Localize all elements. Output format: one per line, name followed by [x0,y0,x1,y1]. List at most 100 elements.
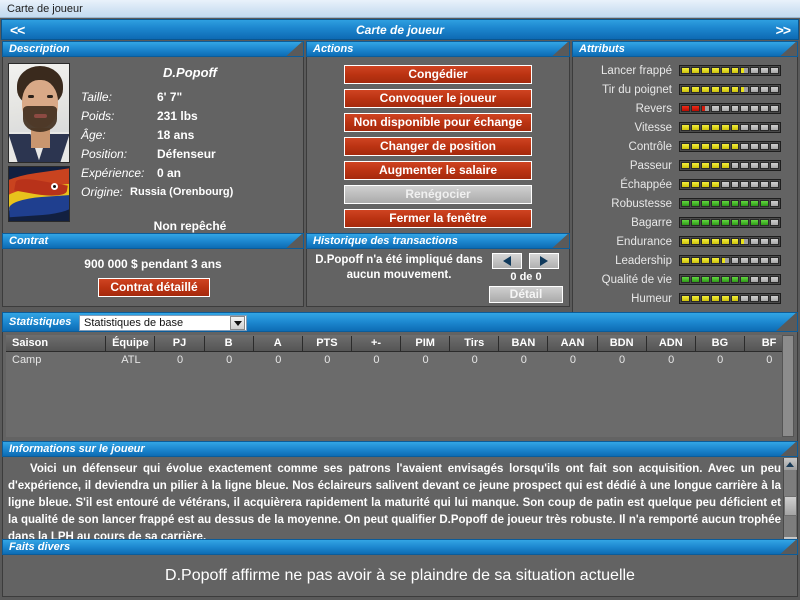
attribute-segment [700,200,710,207]
stats-column-header[interactable]: BG [696,335,745,351]
stats-column-header[interactable]: PTS [303,335,352,351]
statistiques-header-label: Statistiques [9,316,72,328]
attribute-segment [740,162,750,169]
attribute-segment [740,276,750,283]
stats-scrollbar[interactable] [782,335,794,437]
origine-value: Russia (Orenbourg) [130,185,234,198]
player-card-window: Carte de joueur << Carte de joueur >> De… [0,0,800,600]
attribute-segment [730,162,740,169]
stats-column-header[interactable]: Équipe [106,335,156,351]
augmenter-salaire-button[interactable]: Augmenter le salaire [344,161,532,180]
attribute-segment [690,86,700,93]
attribute-segment [760,257,770,264]
attribute-segment [690,181,700,188]
attribute-segment [690,257,700,264]
triangle-right-icon [540,256,548,266]
attribute-bar [679,293,781,304]
next-transaction-button[interactable] [529,253,559,269]
attribute-segment [740,200,750,207]
attribute-label: Revers [635,102,672,115]
attribute-bar [679,179,781,190]
attribute-segment [710,67,720,74]
attribute-segment [681,200,690,207]
transaction-message: D.Popoff n'a été impliqué dans aucun mou… [315,254,483,281]
convoquer-joueur-button[interactable]: Convoquer le joueur [344,89,532,108]
actions-header: Actions [306,41,570,57]
attribute-label: Qualité de vie [601,273,672,286]
congedier-button[interactable]: Congédier [344,65,532,84]
stats-column-header[interactable]: ADN [647,335,696,351]
stats-column-header[interactable]: A [254,335,303,351]
contrat-detaille-button[interactable]: Contrat détaillé [98,278,210,297]
changer-position-button[interactable]: Changer de position [344,137,532,156]
age-value: 18 ans [157,127,195,142]
attribute-label: Échappée [620,178,672,191]
attribute-segment [750,238,760,245]
attribute-segment [710,295,720,302]
statistiques-panel: Statistiques Statistiques de base Saison… [2,312,798,442]
table-cell: 0 [717,353,724,366]
stats-column-header[interactable]: PJ [155,335,205,351]
attribute-segment [770,105,780,112]
attribute-bar [679,274,781,285]
scroll-up-icon[interactable] [783,458,797,470]
attribute-segment [710,124,720,131]
table-cell: 0 [471,353,478,366]
page-title: Carte de joueur [355,22,445,37]
stats-column-header[interactable]: +- [352,335,402,351]
attribute-segment [760,124,770,131]
attribute-segment [690,105,700,112]
attribute-segment [770,124,780,131]
attribute-label: Tir du poignet [602,83,672,96]
origine-label: Origine: [81,184,124,199]
attribute-segment [700,86,710,93]
attribute-segment [760,67,770,74]
trade-availability-button[interactable]: Non disponible pour échange [344,113,532,132]
attribute-segment [750,181,760,188]
transaction-detail-button[interactable]: Détail [489,286,563,303]
stats-view-select[interactable]: Statistiques de base [79,315,247,331]
historique-transactions-panel: Historique des transactions D.Popoff n'a… [306,233,570,307]
attribute-segment [760,162,770,169]
stats-column-header[interactable]: BAN [499,335,549,351]
attribute-segment [740,219,750,226]
informations-scrollbar[interactable] [783,458,797,549]
attribute-segment [750,257,760,264]
fermer-fenetre-button[interactable]: Fermer la fenêtre [344,209,532,228]
attribute-label: Leadership [615,254,672,267]
stats-column-header[interactable]: PIM [401,335,451,351]
stats-column-header[interactable]: B [205,335,254,351]
informations-header-label: Informations sur le joueur [9,443,145,455]
scrollbar-thumb[interactable] [784,496,797,516]
attribute-segment [690,162,700,169]
attribute-segment [690,67,700,74]
detail-row-taille: Taille: 6' 7" [81,87,301,106]
statistiques-body: Saison Équipe PJ B A PTS +- PIM Tirs BAN AAN BDN ADN… [2,332,798,442]
attribute-segment [720,162,730,169]
attribute-segment [750,143,760,150]
taille-label: Taille: [81,89,112,104]
informations-header: Informations sur le joueur [2,441,798,457]
prev-transaction-button[interactable] [492,253,522,269]
stats-column-header[interactable]: BDN [598,335,647,351]
attribute-segment [710,276,720,283]
attribute-label: Vitesse [634,121,672,134]
stats-column-header[interactable]: Tirs [450,335,500,351]
attribute-segment [740,105,750,112]
table-row[interactable]: Camp ATL 0 0 0 0 0 0 0 0 0 0 0 0 0 [6,352,794,367]
attributs-panel: Attributs Lancer frappé Tir du poignet Rev… [572,41,798,325]
chevron-down-icon[interactable] [230,316,245,330]
attribute-segment [700,238,710,245]
attribute-segment [710,143,720,150]
stats-column-header[interactable]: Saison [6,335,107,351]
attribute-segment [681,238,690,245]
attribute-segment [720,143,730,150]
attribute-row: Qualité de vie [573,270,797,289]
attribute-segment [760,219,770,226]
attribute-segment [750,124,760,131]
contrat-header-label: Contrat [9,235,49,247]
attribute-segment [770,181,780,188]
attribute-segment [690,124,700,131]
attribute-segment [750,276,760,283]
stats-column-header[interactable]: AAN [548,335,598,351]
